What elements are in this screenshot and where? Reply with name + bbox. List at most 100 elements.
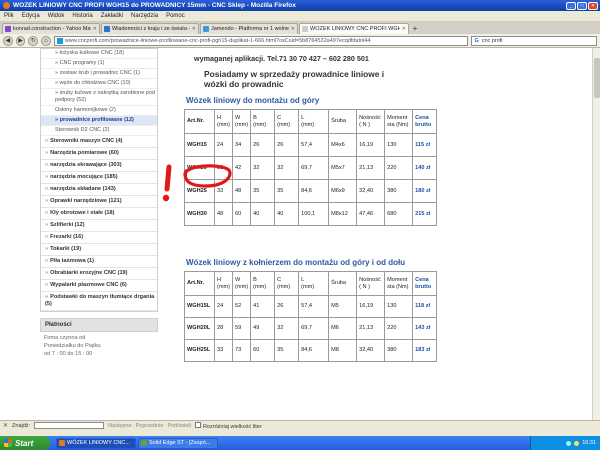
price-cell[interactable]: 143 zł — [412, 317, 438, 340]
maximize-button[interactable]: □ — [577, 1, 587, 10]
table-cell: 60 — [232, 202, 252, 226]
category-item[interactable]: » Kły obrotowe i stałe (18) — [41, 208, 157, 220]
tab-news[interactable]: Wiadomości z kraju i ze świata - najnows… — [101, 23, 199, 34]
highlight-button[interactable]: Podświetl — [167, 423, 191, 429]
new-tab-button[interactable]: + — [410, 24, 420, 34]
category-label: Tokarki (19) — [50, 246, 82, 252]
menu-historia[interactable]: Historia — [72, 13, 92, 19]
table-cell: 28 — [213, 317, 234, 340]
chevron-right-icon: » — [45, 282, 49, 288]
price-cell[interactable]: 183 zł — [412, 339, 438, 362]
category-label: Obrabiarki erozyjne CNC (19) — [50, 270, 128, 276]
category-label: Frezarki (16) — [50, 234, 84, 240]
close-tab-icon[interactable]: ✕ — [192, 26, 196, 32]
forward-button[interactable]: ▶ — [15, 35, 26, 46]
find-input[interactable] — [34, 422, 105, 429]
tab-jamendo[interactable]: Jamendo - Platforma nr 1 wolnej muzyki..… — [200, 23, 298, 34]
article-number-cell: WGH25L — [184, 339, 215, 362]
find-next-button[interactable]: Następne — [108, 423, 132, 429]
subcategory-item[interactable]: Sterownik D2 CNC (2) — [41, 126, 157, 136]
category-label: Podstawki do maszyn tłumiące drgania (5) — [45, 294, 155, 307]
subcategory-item[interactable]: Osłony harmonijkowe (2) — [41, 106, 157, 116]
reload-button[interactable]: ↻ — [28, 35, 39, 46]
category-item[interactable]: » narzędzia składane (143) — [41, 184, 157, 196]
chevron-right-icon: » — [45, 198, 49, 204]
close-tab-icon[interactable]: ✕ — [291, 26, 295, 32]
menu-zakladki[interactable]: Zakładki — [101, 13, 123, 19]
subcategory-item[interactable]: » zestaw śrub i prowadnic CNC (1) — [41, 69, 157, 79]
taskbar-item-solid-edge[interactable]: Solid Edge ST - [Zespó... — [138, 437, 218, 449]
column-header: C (mm) — [274, 109, 300, 134]
tab-yahoo-mail[interactable]: konrad.construction - Yahoo Mail ✕ — [2, 23, 100, 34]
category-item[interactable]: » Tokarki (19) — [41, 244, 157, 256]
price-cell[interactable]: 180 zł — [412, 179, 438, 203]
category-item[interactable]: » Szlifierki (12) — [41, 220, 157, 232]
column-header: Śruba — [328, 109, 358, 134]
back-button[interactable]: ◀ — [3, 35, 13, 46]
menu-plik[interactable]: Plik — [4, 13, 14, 19]
scrollbar-thumb[interactable] — [594, 58, 600, 98]
category-item[interactable]: » Obrabiarki erozyjne CNC (19) — [41, 268, 157, 280]
table-cell: 26 — [250, 133, 276, 157]
subcategory-item[interactable]: » śruby kulowe z nakrętką zarobione pod … — [41, 89, 157, 106]
match-case-checkbox[interactable] — [195, 421, 201, 428]
menu-pomoc[interactable]: Pomoc — [166, 13, 185, 19]
news-icon — [104, 26, 110, 32]
category-item[interactable]: » Podstawki do maszyn tłumiące drgania (5… — [41, 292, 157, 311]
home-button[interactable]: ⌂ — [41, 35, 51, 46]
subcategory-item[interactable]: » łożyska kulkowe CNC (18) — [41, 49, 157, 59]
search-text: cnc profi — [481, 37, 503, 44]
category-item[interactable]: » narzędzia mocujące (185) — [41, 172, 157, 184]
left-sidebar: » łożyska kulkowe CNC (18) » CNC program… — [40, 48, 158, 420]
table-cell: M5x7 — [328, 156, 358, 180]
close-window-button[interactable]: ✕ — [588, 1, 598, 10]
find-bar: ✕ Znajdź: Następne Poprzednie Podświetl … — [0, 420, 600, 430]
price-cell[interactable]: 140 zł — [412, 156, 438, 180]
address-bar[interactable]: www.cncprofi.com/prowadnice-liniowe-prof… — [53, 35, 469, 46]
category-item[interactable]: » narzędzia skrawające (303) — [41, 160, 157, 172]
find-label: Znajdź: — [12, 422, 31, 429]
category-item[interactable]: » Oprawki narzędziowe (121) — [41, 196, 157, 208]
opening-hours: Firma czynna od Poniedziałku do Piątku o… — [40, 332, 158, 360]
category-item[interactable]: » Sterowniki maszyn CNC (4) — [41, 136, 157, 148]
column-header: W (mm) — [232, 109, 252, 134]
subcategory-item[interactable]: » węże do chłodziwa CNC (10) — [41, 79, 157, 89]
close-tab-icon[interactable]: ✕ — [402, 26, 406, 32]
subcategory-item[interactable]: » CNC programy (1) — [41, 59, 157, 69]
menu-edycja[interactable]: Edycja — [22, 13, 40, 19]
price-cell[interactable]: 115 zł — [412, 133, 438, 157]
menu-widok[interactable]: Widok — [48, 13, 65, 19]
close-find-bar-icon[interactable]: ✕ — [3, 422, 8, 429]
column-header: Śruba — [328, 271, 358, 296]
minimize-button[interactable]: _ — [566, 1, 576, 10]
menu-narzedzia[interactable]: Narzędzia — [131, 13, 158, 19]
start-button[interactable]: Start — [0, 436, 50, 450]
yahoo-icon — [5, 26, 11, 32]
match-case-option[interactable]: Rozróżniaj wielkość liter — [195, 421, 262, 430]
table-row: WGH20L 28 59 49 32 69,7 M6 21,13 220 143 zł — [184, 317, 438, 340]
category-item[interactable]: » Narzędzia pomiarowe (60) — [41, 148, 157, 160]
table-cell: M5 — [328, 295, 358, 318]
tray-icon[interactable] — [566, 440, 572, 446]
vertical-scrollbar[interactable] — [592, 48, 600, 420]
table-cell: 32,40 — [356, 339, 386, 362]
search-input[interactable]: G cnc profi — [471, 35, 597, 46]
subcategory-item-active[interactable]: » prowadnice profilowane (12) — [41, 116, 157, 126]
category-item[interactable]: » Frezarki (16) — [41, 232, 157, 244]
find-prev-button[interactable]: Poprzednie — [136, 423, 164, 429]
tab-cnc-sklep[interactable]: WÓZEK LINIOWY CNC PROFI WGH15 do... ✕ — [299, 23, 409, 34]
category-item[interactable]: » Piła taśmowa (1) — [41, 256, 157, 268]
taskbar-item-firefox[interactable]: WÓZEK LINIOWY CNC... — [56, 437, 136, 449]
column-header: Moment sta (Nm) — [384, 109, 414, 134]
table-cell: 47,46 — [356, 202, 386, 226]
category-item[interactable]: » Wypalarki plazmowe CNC (6) — [41, 280, 157, 292]
tab-label: Jamendo - Platforma nr 1 wolnej muzyki..… — [211, 26, 289, 32]
close-tab-icon[interactable]: ✕ — [93, 26, 97, 32]
tab-bar: konrad.construction - Yahoo Mail ✕ Wiado… — [0, 22, 600, 34]
table-cell: 40 — [274, 202, 300, 226]
price-cell[interactable]: 215 zł — [412, 202, 438, 226]
price-cell[interactable]: 118 zł — [412, 295, 438, 318]
tray-icon[interactable] — [574, 440, 580, 446]
table-cell: 130 — [384, 295, 414, 318]
table-cell: 48 — [232, 179, 252, 203]
